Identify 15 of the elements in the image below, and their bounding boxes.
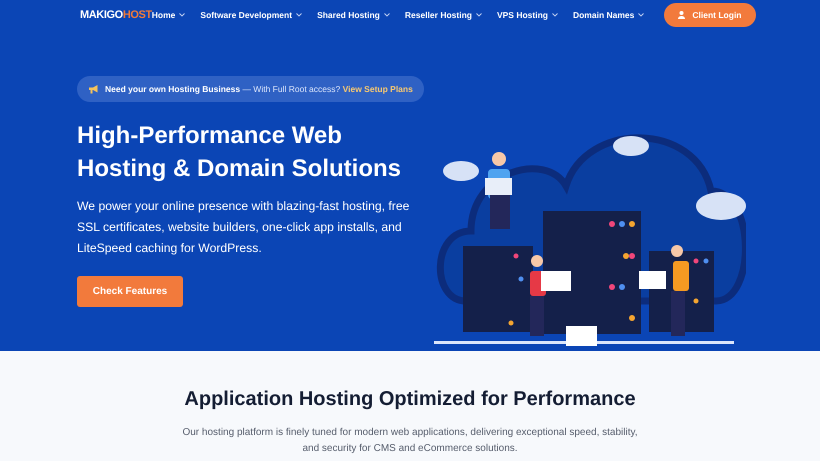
user-icon [678,10,686,18]
hero-title: High-Performance Web Hosting & Domain Solutions [77,121,402,184]
hero-description: We power your online presence with blazing-fast hosting, free SSL certificates, website builders, one-click app installs, and LiteSpeed caching for WordPress. [77,198,410,257]
section-text: Our hosting platform is finely tuned for modern web applications, delivering exceptional speed, stability, and security for CMS and eCommerce solutions. [181,426,639,456]
megaphone-icon [88,84,99,94]
nav-link[interactable]: Home [152,10,186,20]
setup-plans-link[interactable]: View Setup Plans [342,84,413,94]
nav-link[interactable]: Shared Hosting [317,10,390,20]
nav-link[interactable]: Software Development [200,10,302,20]
nav-link[interactable]: Domain Names [572,10,644,20]
announcement-text: Need your own Hosting Business — With Full Root access? View Setup Plans [105,84,413,94]
section-title: Application Hosting Optimized for Performance [183,388,637,411]
nav-link[interactable]: VPS Hosting [496,10,558,20]
logo[interactable]: MAKIGOHOST [80,8,152,20]
nav-link[interactable]: Reseller Hosting [404,10,482,20]
